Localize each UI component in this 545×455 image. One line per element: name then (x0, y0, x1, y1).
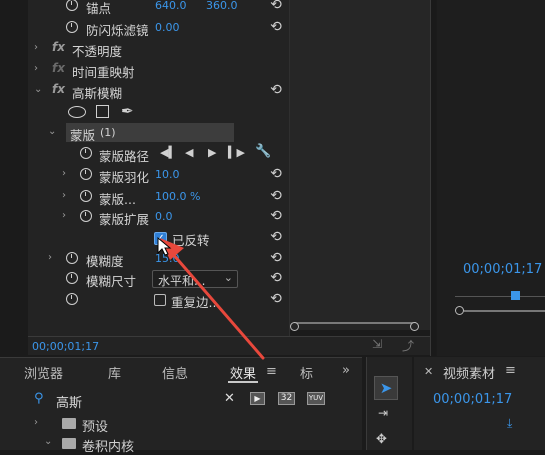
mouse-cursor-icon (157, 237, 172, 256)
arrow-shaft (170, 251, 265, 360)
annotation-arrow (160, 238, 265, 360)
